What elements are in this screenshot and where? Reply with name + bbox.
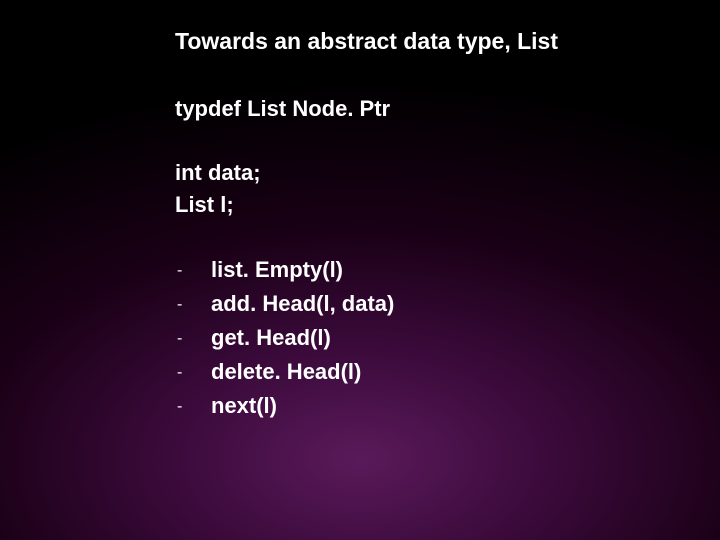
bullet-list: - list. Empty(l) - add. Head(l, data) - … — [175, 253, 680, 423]
bullet-text: get. Head(l) — [211, 321, 331, 355]
bullet-text: delete. Head(l) — [211, 355, 361, 389]
bullet-text: next(l) — [211, 389, 277, 423]
bullet-dash-icon: - — [175, 327, 211, 352]
list-item: - get. Head(l) — [175, 321, 680, 355]
list-item: - list. Empty(l) — [175, 253, 680, 287]
decl-line-1: int data; — [175, 157, 680, 189]
bullet-text: list. Empty(l) — [211, 253, 343, 287]
typedef-block: typdef List Node. Ptr — [175, 93, 680, 125]
bullet-text: add. Head(l, data) — [211, 287, 394, 321]
slide: Towards an abstract data type, List typd… — [0, 0, 720, 423]
list-item: - delete. Head(l) — [175, 355, 680, 389]
bullet-dash-icon: - — [175, 395, 211, 420]
bullet-dash-icon: - — [175, 259, 211, 284]
bullet-dash-icon: - — [175, 293, 211, 318]
bullet-dash-icon: - — [175, 361, 211, 386]
decl-line-2: List l; — [175, 189, 680, 221]
declarations-block: int data; List l; — [175, 157, 680, 221]
list-item: - add. Head(l, data) — [175, 287, 680, 321]
slide-title: Towards an abstract data type, List — [175, 28, 680, 55]
typedef-line: typdef List Node. Ptr — [175, 93, 680, 125]
list-item: - next(l) — [175, 389, 680, 423]
